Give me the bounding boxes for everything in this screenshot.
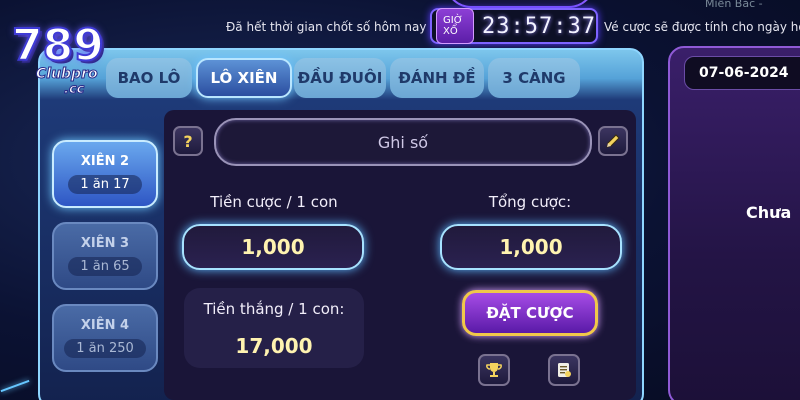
- win-value: 17,000: [235, 334, 313, 358]
- date-selector[interactable]: 07-06-2024: [684, 56, 800, 90]
- ticket-button[interactable]: [548, 354, 580, 386]
- ticket-notice: Vé cược sẽ được tính cho ngày hô: [604, 20, 800, 34]
- draw-time-label: GIỜ XỔ: [436, 8, 475, 44]
- total-label: Tổng cược:: [488, 193, 572, 211]
- place-bet-button[interactable]: ĐẶT CƯỢC: [462, 290, 598, 336]
- closing-notice: Đã hết thời gian chốt số hôm nay: [226, 20, 427, 34]
- tab-lo-xien[interactable]: LÔ XIÊN: [196, 58, 292, 98]
- ticket-icon: [558, 363, 571, 377]
- logo-number: 789: [11, 19, 105, 72]
- xien-3-rate: 1 ăn 65: [68, 257, 142, 276]
- xien-4-button[interactable]: XIÊN 4 1 ăn 250: [52, 304, 158, 372]
- stake-input[interactable]: 1,000: [182, 224, 364, 270]
- total-value: 1,000: [440, 224, 622, 270]
- results-panel: [668, 46, 800, 400]
- help-button[interactable]: ?: [173, 126, 203, 156]
- xien-2-rate: 1 ăn 17: [68, 175, 142, 194]
- stake-label: Tiền cược / 1 con: [210, 193, 338, 211]
- trophy-button[interactable]: [478, 354, 510, 386]
- glow-decoration: [0, 379, 30, 393]
- tab-danh-de[interactable]: ĐÁNH ĐỀ: [390, 58, 484, 98]
- timer-digits: 23:57:37: [482, 13, 596, 39]
- xien-2-title: XIÊN 2: [80, 154, 130, 169]
- logo-tld: .cc: [63, 82, 85, 98]
- win-label: Tiền thắng / 1 con:: [203, 300, 345, 318]
- xien-2-button[interactable]: XIÊN 2 1 ăn 17: [52, 140, 158, 208]
- result-status: Chưa: [746, 203, 792, 222]
- xien-3-button[interactable]: XIÊN 3 1 ăn 65: [52, 222, 158, 290]
- tab-bao-lo[interactable]: BAO LÔ: [106, 58, 192, 98]
- question-icon: ?: [183, 131, 193, 151]
- logo-brand: Clubpro: [36, 66, 99, 83]
- region-label: Miền Bắc -: [705, 0, 763, 10]
- xien-4-rate: 1 ăn 250: [64, 339, 146, 358]
- top-arc-decoration: [445, 0, 595, 8]
- tab-3-cang[interactable]: 3 CÀNG: [488, 58, 580, 98]
- draw-timer: GIỜ XỔ 23:57:37: [430, 8, 598, 44]
- brand-logo: 789 Clubpro .cc: [6, 10, 116, 98]
- tab-dau-duoi[interactable]: ĐẦU ĐUÔI: [294, 58, 386, 98]
- number-input[interactable]: Ghi số: [214, 118, 592, 166]
- xien-4-title: XIÊN 4: [80, 318, 130, 333]
- pencil-icon: [606, 134, 620, 148]
- trophy-icon: [486, 363, 502, 377]
- xien-3-title: XIÊN 3: [80, 236, 130, 251]
- edit-button[interactable]: [598, 126, 628, 156]
